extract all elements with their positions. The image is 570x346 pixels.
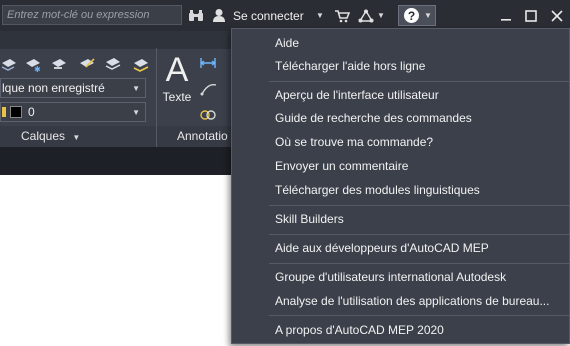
texte-tool-button[interactable]: A Texte [162, 52, 192, 110]
calques-panel-button[interactable]: Calques ▼ [21, 129, 80, 143]
menu-item-command-search-guide[interactable]: Guide de recherche des commandes [232, 107, 569, 129]
help-menu: Aide Télécharger l'aide hors ligne Aperç… [231, 28, 570, 344]
network-dropdown-icon[interactable]: ▼ [377, 0, 385, 31]
minimize-icon[interactable] [500, 0, 512, 31]
sign-in-dropdown-icon[interactable]: ▼ [316, 0, 324, 31]
svg-text:✱: ✱ [34, 65, 41, 74]
text-a-icon: A [165, 51, 189, 89]
menu-item-send-feedback[interactable]: Envoyer un commentaire [232, 155, 569, 177]
sign-in-button[interactable]: Se connecter [233, 0, 304, 31]
search-input[interactable] [3, 6, 181, 24]
user-icon[interactable] [212, 0, 226, 31]
chevron-down-icon: ▼ [72, 133, 81, 142]
cart-icon[interactable] [334, 0, 350, 31]
layer-color-swatch [10, 106, 22, 118]
annotation-panel-button[interactable]: Annotatio [177, 129, 228, 143]
table-icon[interactable] [200, 110, 216, 120]
layer-tool-icon-5[interactable] [105, 58, 121, 70]
menu-separator [269, 234, 569, 235]
menu-item-aide[interactable]: Aide [232, 32, 569, 54]
layer-state-value: lque non enregistré [2, 81, 105, 95]
menu-separator [269, 315, 569, 316]
help-icon: ? [404, 8, 419, 23]
layer-tool-icon-3[interactable] [52, 59, 66, 69]
layer-tools: ✱ [0, 55, 160, 75]
menu-separator [269, 81, 569, 82]
binoculars-icon[interactable] [188, 0, 204, 31]
chevron-down-icon: ▼ [132, 108, 140, 117]
menu-item-about[interactable]: A propos d'AutoCAD MEP 2020 [232, 319, 569, 341]
leader-icon[interactable] [200, 84, 217, 96]
help-button[interactable]: ? ▼ [398, 5, 436, 26]
network-icon[interactable] [358, 0, 374, 31]
texte-label: Texte [162, 90, 192, 104]
layer-visibility-icon [2, 107, 6, 117]
menu-item-user-group[interactable]: Groupe d'utilisateurs international Auto… [232, 266, 569, 288]
title-bar: Se connecter ▼ ▼ ? ▼ [0, 0, 570, 31]
menu-item-developer-help[interactable]: Aide aux développeurs d'AutoCAD MEP [232, 237, 569, 259]
layer-dropdown[interactable]: 0 ▼ [0, 102, 146, 122]
menu-item-ui-overview[interactable]: Aperçu de l'interface utilisateur [232, 84, 569, 106]
menu-separator [269, 263, 569, 264]
menu-separator [269, 205, 569, 206]
menu-item-skill-builders[interactable]: Skill Builders [232, 208, 569, 230]
layer-tool-icon-4[interactable] [80, 58, 95, 68]
close-icon[interactable] [551, 0, 563, 31]
menu-item-download-offline-help[interactable]: Télécharger l'aide hors ligne [232, 55, 569, 77]
svg-text:?: ? [408, 9, 415, 23]
annotation-label: Annotatio [177, 129, 228, 143]
annotation-tools [198, 55, 230, 125]
calques-label: Calques [21, 129, 66, 143]
menu-item-where-is-my-command[interactable]: Où se trouve ma commande? [232, 131, 569, 153]
layer-tool-icon-1[interactable] [1, 59, 16, 71]
drawing-canvas[interactable] [0, 175, 231, 346]
sign-in-label: Se connecter [233, 8, 304, 23]
menu-item-desktop-analytics[interactable]: Analyse de l'utilisation des application… [232, 290, 569, 312]
help-dropdown-icon[interactable]: ▼ [424, 11, 432, 20]
layer-state-dropdown[interactable]: lque non enregistré ▼ [0, 78, 146, 98]
layer-tool-icon-6[interactable] [133, 59, 149, 72]
layer-name-value: 0 [28, 105, 35, 119]
menu-item-download-language-packs[interactable]: Télécharger des modules linguistiques [232, 179, 569, 201]
maximize-icon[interactable] [525, 0, 537, 31]
chevron-down-icon: ▼ [132, 84, 140, 93]
layer-tool-icon-2[interactable]: ✱ [26, 59, 41, 74]
dimension-icon[interactable] [200, 58, 216, 68]
search-box[interactable] [2, 5, 182, 25]
ribbon-divider [156, 126, 157, 147]
